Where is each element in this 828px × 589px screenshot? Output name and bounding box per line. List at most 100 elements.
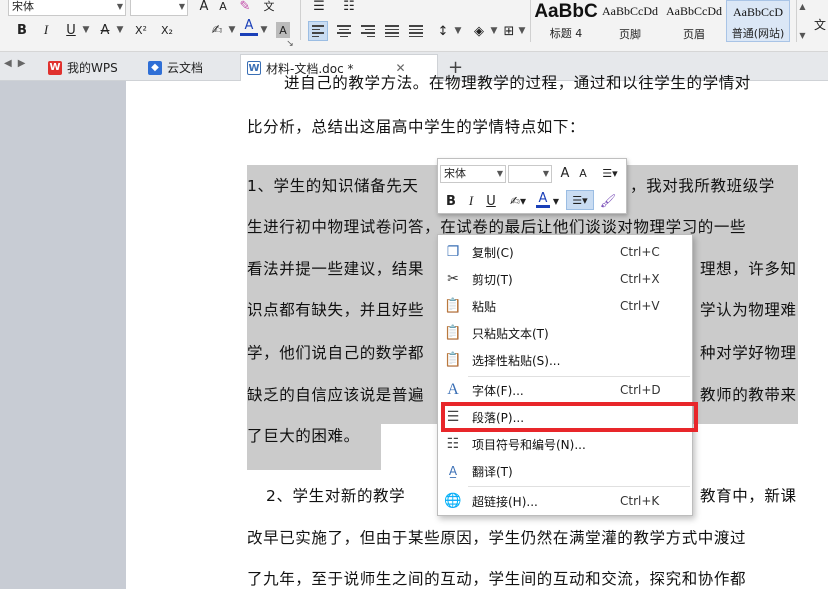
doc-text-line: 学，他们说自己的数学都 bbox=[247, 344, 425, 362]
menu-item-paste-text-only[interactable]: 📋 只粘贴文本(T) bbox=[440, 320, 690, 346]
grow-font-label: A bbox=[199, 0, 209, 14]
subscript-button[interactable]: X₂ bbox=[156, 20, 178, 40]
style-name: 普通(网站) bbox=[731, 27, 785, 40]
style-gallery-scroll[interactable]: ▲ ▼ bbox=[796, 0, 808, 42]
align-right-button[interactable] bbox=[358, 21, 378, 41]
menu-item-cut[interactable]: ✂ 剪切(T) Ctrl+X bbox=[440, 266, 690, 292]
phonetic-icon[interactable]: 文 bbox=[262, 0, 276, 16]
strikethrough-button[interactable]: A bbox=[96, 20, 114, 40]
highlight-dropdown-icon[interactable]: ▼ bbox=[228, 20, 236, 40]
ribbon-separator bbox=[530, 0, 531, 42]
menu-item-label: 翻译(T) bbox=[472, 464, 513, 479]
mini-align-icon[interactable]: ☰▾ bbox=[566, 190, 594, 210]
justify-button[interactable] bbox=[382, 21, 402, 41]
styles-pane-icon[interactable]: 文 bbox=[812, 14, 828, 34]
doc-text-line: 比分析，总结出这届高中学生的学情特点如下： bbox=[247, 118, 586, 136]
mini-bold-button[interactable]: B bbox=[444, 192, 458, 210]
shrink-font-label: A bbox=[219, 0, 227, 13]
menu-item-label: 字体(F)... bbox=[472, 383, 524, 398]
line-spacing-icon[interactable]: ↕ bbox=[434, 21, 452, 41]
font-icon: A bbox=[447, 381, 459, 398]
subscript-label: X₂ bbox=[161, 23, 173, 37]
borders-dropdown-icon[interactable]: ▼ bbox=[518, 21, 526, 41]
grow-font-button[interactable]: A bbox=[196, 0, 212, 16]
shrink-font-button[interactable]: A bbox=[216, 0, 230, 16]
menu-item-hyperlink[interactable]: 🌐 超链接(H)... Ctrl+K bbox=[440, 488, 690, 514]
chevron-down-icon[interactable]: ▼ bbox=[799, 31, 805, 40]
chevron-up-icon[interactable]: ▲ bbox=[799, 2, 805, 11]
tab-label: 我的WPS bbox=[67, 61, 118, 75]
font-size-combo[interactable]: ▼ bbox=[130, 0, 188, 16]
shading-dropdown-icon[interactable]: ▼ bbox=[490, 21, 498, 41]
style-preview: AaBbCcDd bbox=[602, 4, 658, 18]
align-center-button[interactable] bbox=[334, 21, 354, 41]
mini-font-color-label: A bbox=[538, 191, 548, 206]
highlighter-icon[interactable]: ✍ bbox=[208, 20, 226, 40]
doc-text-line: 种对学好物理 bbox=[700, 344, 797, 362]
style-header[interactable]: AaBbCcDd 页眉 bbox=[662, 0, 726, 42]
menu-item-paste[interactable]: 📋 粘贴 Ctrl+V bbox=[440, 293, 690, 319]
mini-font-color-button[interactable]: A bbox=[536, 191, 550, 208]
underline-dropdown-icon[interactable]: ▼ bbox=[82, 20, 90, 40]
superscript-button[interactable]: X² bbox=[130, 20, 152, 40]
tab-cloud-docs[interactable]: ◆ 云文档 bbox=[142, 54, 240, 81]
mini-line-spacing-icon[interactable]: ☰▾ bbox=[598, 164, 622, 182]
menu-item-font[interactable]: A 字体(F)... Ctrl+D bbox=[440, 377, 690, 403]
translate-icon: A̲ bbox=[448, 464, 458, 478]
doc-text-line: 2、学生对新的教学 bbox=[266, 487, 406, 505]
mini-underline-button[interactable]: U bbox=[484, 192, 498, 210]
font-color-label: A bbox=[244, 18, 254, 33]
menu-item-paste-special[interactable]: 📋 选择性粘贴(S)... bbox=[440, 347, 690, 373]
bullets-button[interactable]: ☰ bbox=[310, 0, 328, 16]
borders-icon[interactable]: ⊞ bbox=[500, 21, 518, 41]
tab-nav-arrows[interactable]: ◀▶ bbox=[4, 58, 31, 69]
font-name-value: 宋体 bbox=[12, 0, 34, 13]
doc-text-line: 看法并提一些建议，结果 bbox=[247, 260, 425, 278]
mini-font-size-combo[interactable]: ▼ bbox=[508, 165, 552, 183]
style-name: 页眉 bbox=[683, 28, 705, 41]
bold-button[interactable]: B bbox=[14, 20, 30, 40]
style-footer[interactable]: AaBbCcDd 页脚 bbox=[598, 0, 662, 42]
format-painter-icon[interactable]: 🖌 bbox=[600, 192, 617, 210]
menu-item-shortcut: Ctrl+D bbox=[620, 383, 661, 397]
shading-icon[interactable]: ◈ bbox=[470, 21, 488, 41]
distributed-button[interactable] bbox=[406, 21, 426, 41]
align-left-button[interactable] bbox=[308, 21, 328, 41]
font-color-dropdown-icon[interactable]: ▼ bbox=[260, 20, 268, 40]
mini-highlighter-icon[interactable]: ✍▾ bbox=[506, 192, 530, 210]
style-gallery: AaBbC 标题 4 AaBbCcDd 页脚 AaBbCcDd 页眉 AaBbC… bbox=[534, 0, 790, 42]
ribbon-separator bbox=[300, 0, 301, 20]
style-heading4[interactable]: AaBbC 标题 4 bbox=[534, 0, 598, 42]
strike-dropdown-icon[interactable]: ▼ bbox=[116, 20, 124, 40]
style-normal-web[interactable]: AaBbCcD 普通(网站) bbox=[726, 0, 790, 42]
menu-item-shortcut: Ctrl+X bbox=[620, 272, 660, 286]
doc-text-line: ，我对我所教班级学 bbox=[630, 177, 775, 195]
mini-font-name-combo[interactable]: 宋体 ▼ bbox=[440, 165, 506, 183]
font-dialog-launcher-icon[interactable]: ↘ bbox=[286, 34, 294, 54]
menu-item-copy[interactable]: ❐ 复制(C) Ctrl+C bbox=[440, 239, 690, 265]
style-name: 页脚 bbox=[619, 28, 641, 41]
menu-item-label: 粘贴 bbox=[472, 299, 497, 314]
underline-button[interactable]: U bbox=[62, 20, 80, 40]
tab-my-wps[interactable]: W 我的WPS bbox=[42, 54, 142, 81]
doc-text-line: 了巨大的困难。 bbox=[247, 427, 360, 445]
context-menu: ❐ 复制(C) Ctrl+C ✂ 剪切(T) Ctrl+X 📋 粘贴 Ctrl+… bbox=[437, 234, 693, 516]
italic-label: I bbox=[43, 22, 49, 37]
doc-text-line: 缺乏的自信应该说是普遍 bbox=[247, 386, 425, 404]
font-color-button[interactable]: A bbox=[240, 18, 258, 36]
clear-format-icon[interactable]: ✎ bbox=[236, 0, 254, 16]
italic-button[interactable]: I bbox=[38, 20, 54, 40]
mini-grow-font-button[interactable]: A bbox=[558, 164, 572, 182]
mini-font-color-dropdown-icon[interactable]: ▼ bbox=[552, 192, 560, 210]
menu-item-shortcut: Ctrl+V bbox=[620, 299, 660, 313]
mini-grow-label: A bbox=[560, 165, 570, 181]
numbering-button[interactable]: ☷ bbox=[340, 0, 358, 16]
bold-label: B bbox=[17, 22, 27, 38]
menu-item-translate[interactable]: A̲ 翻译(T) bbox=[440, 458, 690, 484]
line-spacing-dropdown-icon[interactable]: ▼ bbox=[454, 21, 462, 41]
menu-item-bullets-numbering[interactable]: ☷ 项目符号和编号(N)... bbox=[440, 431, 690, 457]
mini-italic-button[interactable]: I bbox=[464, 192, 478, 210]
mini-shrink-font-button[interactable]: A bbox=[576, 164, 590, 182]
font-name-combo[interactable]: 宋体 ▼ bbox=[8, 0, 126, 16]
bullets-icon: ☷ bbox=[446, 436, 460, 452]
